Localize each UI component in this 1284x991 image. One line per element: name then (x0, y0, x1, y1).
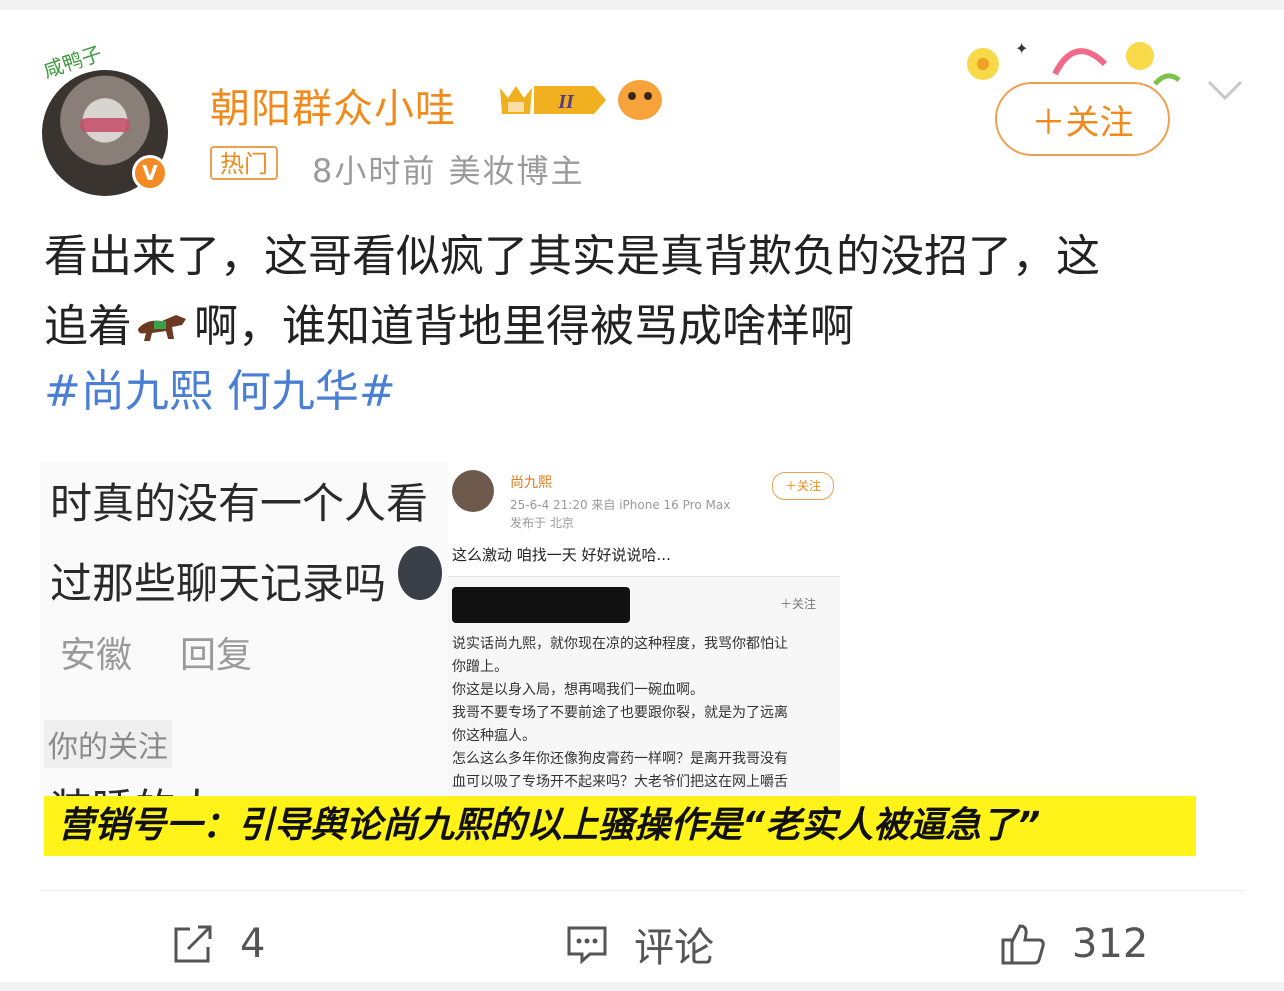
quoted-line: 说实话尚九熙，就你现在凉的这种程度，我骂你都怕让 (452, 636, 788, 652)
post-text-line1: 看出来了，这哥看似疯了其实是真背欺负的没招了，这 (44, 231, 1100, 282)
level-badge-icon: II (500, 86, 606, 114)
embed-inner-follow: ＋关注 (780, 597, 817, 611)
embedded-screenshot[interactable]: 时真的没有一个人看 过那些聊天记录吗 安徽回复 你的关注 装睡的人 尚九熙 25… (40, 462, 840, 800)
embed-time-device: 25-6-4 21:20 来自 iPhone 16 Pro Max (510, 498, 731, 512)
embed-left-line1: 时真的没有一个人看 (50, 479, 429, 528)
embed-quoted-paragraph: 说实话尚九熙，就你现在凉的这种程度，我骂你都怕让 你蹭上。 你这是以身入局，想再… (452, 633, 836, 794)
embed-left-meta: 安徽 回复 (60, 626, 300, 678)
svg-text:✦: ✦ (1015, 39, 1028, 58)
post-meta: 8小时前 美妆博主 (312, 152, 585, 190)
embed-left-location: 安徽 (60, 635, 133, 676)
repost-button[interactable]: 4 (172, 916, 265, 972)
embed-post-text: 这么激动 咱找一天 好好说说哈... (452, 546, 671, 564)
comment-label: 评论 (634, 925, 714, 971)
embed-round-image (398, 546, 442, 600)
post-text-line2-end: 啊，谁知道背地里得被骂成啥样啊 (194, 301, 854, 352)
username[interactable]: 朝阳群众小哇 (210, 76, 456, 134)
comment-icon (567, 926, 607, 964)
embed-quoted-post: ＋关注 说实话尚九熙，就你现在凉的这种程度，我骂你都怕让 你蹭上。 你这是以身入… (448, 576, 840, 800)
quoted-line: 我哥不要专场了不要前途了也要跟你裂，就是为了远离 (452, 705, 788, 721)
post-text-line2-start: 追着 (44, 301, 132, 352)
hot-badge: 热门 (210, 146, 278, 180)
quoted-line: 你蹭上。 (452, 659, 508, 675)
thumbs-up-icon (1001, 924, 1045, 965)
emoji-face-icon (618, 80, 662, 120)
post-card: 咸鸭子 V 朝阳群众小哇 II 热门 8小时前 美妆博主 ✦ ＋关注 看出来了，… (0, 10, 1284, 982)
embed-right-post: 尚九熙 25-6-4 21:20 来自 iPhone 16 Pro Max 发布… (448, 462, 840, 800)
level-badge-text: II (557, 91, 575, 113)
embed-location: 发布于 北京 (510, 516, 574, 530)
quoted-line: 你这种瘟人。 (452, 728, 536, 744)
redacted-name (452, 587, 630, 623)
horse-emoji-icon (138, 315, 186, 341)
caption-banner: 营销号一：引导舆论尚九熙的以上骚操作是“老实人被逼急了” (44, 796, 1196, 856)
repost-count: 4 (240, 921, 266, 967)
quoted-line: 你这是以身入局，想再喝我们一碗血啊。 (452, 682, 704, 698)
avatar-glasses (80, 118, 130, 132)
chevron-down-icon[interactable] (1207, 78, 1243, 102)
verified-icon: V (132, 155, 168, 191)
embed-avatar (452, 470, 494, 512)
embed-left-reply: 回复 (180, 635, 253, 676)
comment-button[interactable]: 评论 (566, 916, 714, 972)
embed-left-following: 你的关注 (44, 720, 172, 768)
post-text: 看出来了，这哥看似疯了其实是真背欺负的没招了，这 追着 啊，谁知道背地里得被骂成… (44, 222, 1244, 362)
embed-username: 尚九熙 (510, 475, 552, 491)
divider (40, 890, 1244, 891)
post-text-line2: 追着 啊，谁知道背地里得被骂成啥样啊 (44, 292, 1244, 362)
embed-follow-button: ＋关注 (772, 472, 834, 500)
embed-left-line2: 过那些聊天记录吗 (50, 559, 387, 608)
follow-button[interactable]: ＋关注 (995, 82, 1170, 156)
repost-icon (174, 925, 212, 963)
like-button[interactable]: 312 (1000, 916, 1148, 972)
like-count: 312 (1072, 921, 1149, 967)
hashtag-link[interactable]: #尚九熙 何九华# (44, 362, 396, 422)
quoted-line: 怎么这么多年你还像狗皮膏药一样啊？是离开我哥没有 (452, 751, 788, 767)
quoted-line: 血可以吸了专场开不起来吗？大老爷们把这在网上嚼舌 (452, 774, 788, 790)
